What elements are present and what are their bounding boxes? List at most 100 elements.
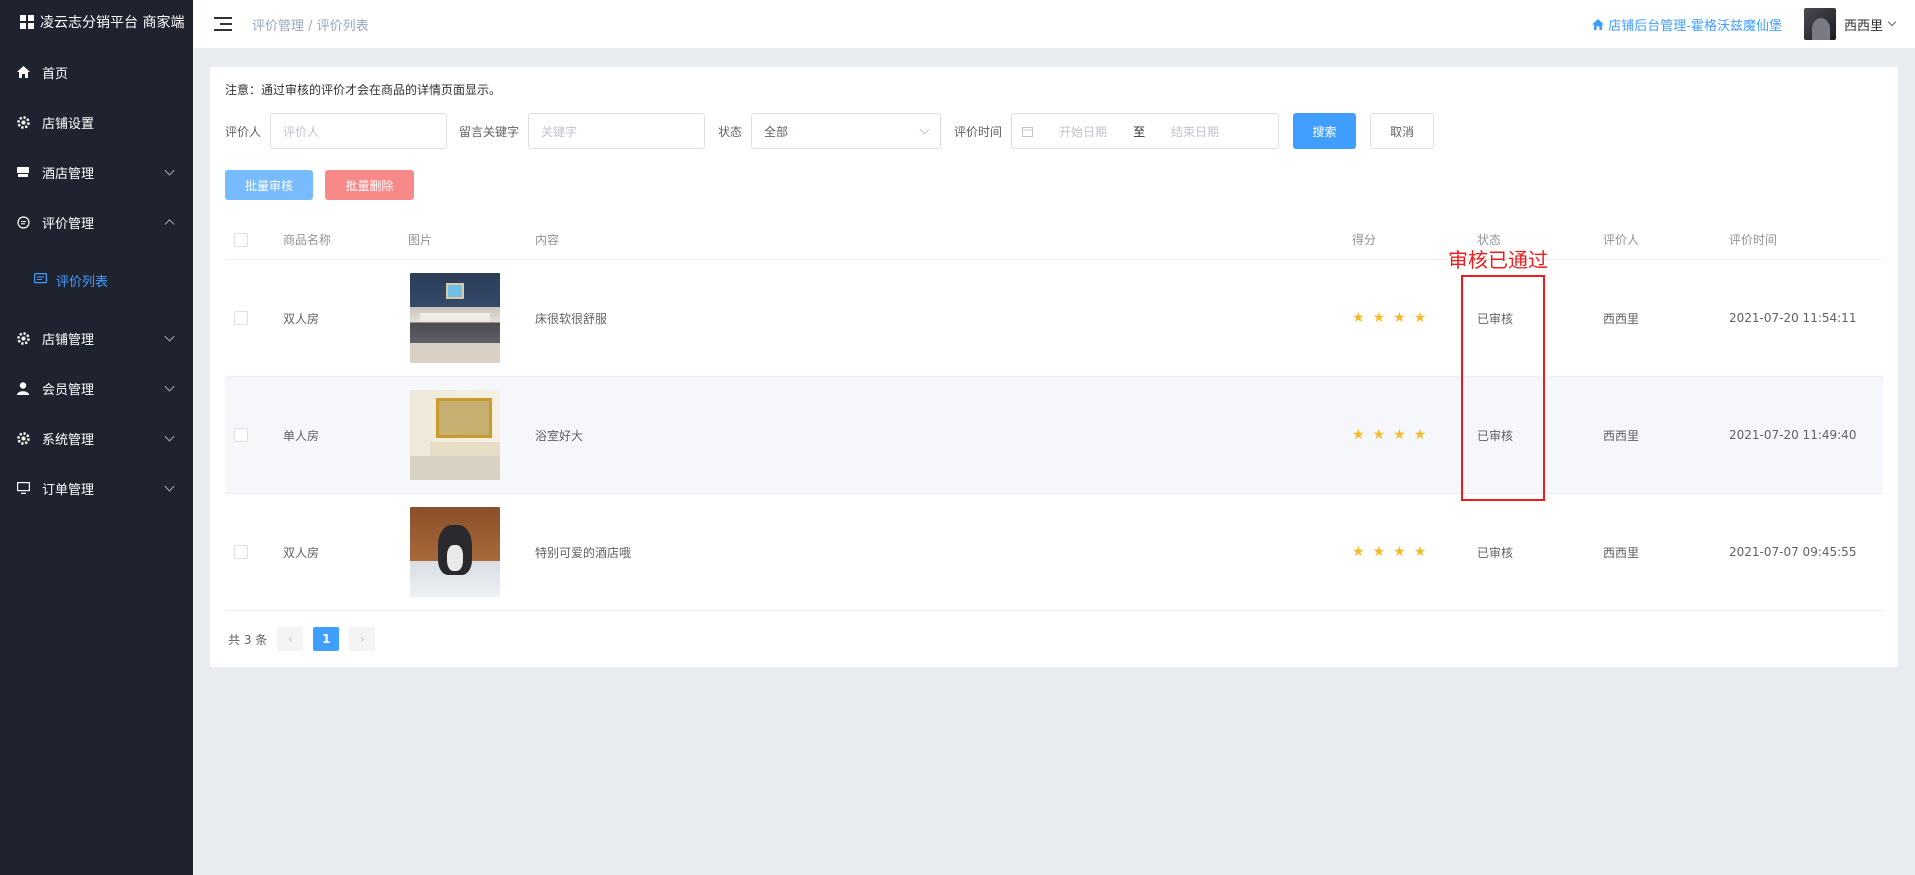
product-image[interactable]	[410, 273, 500, 363]
sidebar-item-store-settings[interactable]: 店铺设置	[0, 97, 193, 147]
batch-approve-button[interactable]: 批量审核	[225, 170, 313, 200]
brand: 凌云志分销平台 商家端	[0, 0, 193, 44]
store-admin-label: 店铺后台管理-霍格沃兹魔仙堡	[1608, 18, 1782, 34]
start-date-input[interactable]: 开始日期	[1059, 123, 1107, 140]
sidebar-item-hotel[interactable]: 酒店管理	[0, 147, 193, 197]
sidebar-item-store-management[interactable]: 店铺管理	[0, 313, 193, 363]
gear-icon	[16, 331, 30, 345]
column-header-name: 商品名称	[283, 233, 332, 247]
sidebar-item-label: 酒店管理	[42, 166, 95, 182]
top-header: 评价管理 / 评价列表 店铺后台管理-霍格沃兹魔仙堡 西西里	[193, 0, 1915, 48]
page-number[interactable]: 1	[313, 627, 340, 651]
status-text: 已审核	[1477, 545, 1514, 560]
monitor-icon	[16, 481, 30, 495]
review-card: 注意：通过审核的评价才会在商品的详情页面显示。 评价人 评价人 留言关键字 关键…	[210, 67, 1898, 667]
review-time: 2021-07-20 11:54:11	[1729, 311, 1857, 325]
sidebar-item-orders[interactable]: 订单管理	[0, 463, 193, 513]
reviewer-name: 西西里	[1603, 428, 1640, 443]
menu-toggle-icon[interactable]	[214, 17, 232, 31]
breadcrumb: 评价管理 / 评价列表	[252, 18, 369, 34]
product-name: 双人房	[283, 311, 320, 326]
star-icon: ★	[1352, 427, 1365, 443]
row-checkbox[interactable]	[234, 545, 248, 559]
reviewer-placeholder: 评价人	[283, 124, 320, 139]
keyword-input[interactable]: 关键字	[528, 113, 706, 149]
sidebar-item-home[interactable]: 首页	[0, 47, 193, 97]
sidebar-item-reviews[interactable]: 评价管理	[0, 197, 193, 247]
star-rating: ★ ★ ★ ★	[1352, 427, 1434, 443]
review-table: 商品名称 图片 内容 得分 状态 评价人 评价时间 双人房 床很软很舒服 ★ ★ ★…	[225, 220, 1883, 611]
status-select-value: 全部	[764, 124, 789, 139]
star-icon: ★	[1413, 310, 1427, 326]
sidebar-item-system[interactable]: 系统管理	[0, 413, 193, 463]
row-checkbox[interactable]	[234, 311, 248, 325]
column-header-content: 内容	[535, 233, 560, 247]
reviewer-input[interactable]: 评价人	[270, 113, 448, 149]
product-image[interactable]	[410, 507, 500, 597]
star-rating: ★ ★ ★ ★	[1352, 310, 1434, 326]
star-icon: ★	[1393, 310, 1406, 326]
star-icon: ★	[1372, 427, 1386, 443]
star-icon: ★	[1413, 544, 1427, 560]
chevron-down-icon[interactable]	[1887, 17, 1897, 27]
home-icon	[1592, 18, 1605, 30]
review-content: 特别可爱的酒店哦	[535, 545, 632, 560]
store-admin-link[interactable]: 店铺后台管理-霍格沃兹魔仙堡	[1592, 15, 1782, 34]
column-header-time: 评价时间	[1729, 233, 1778, 247]
column-header-score: 得分	[1352, 233, 1377, 247]
brand-title: 凌云志分销平台 商家端	[40, 15, 185, 31]
reviewer-label: 评价人	[225, 124, 262, 139]
review-content: 浴室好大	[535, 428, 584, 443]
sidebar-item-label: 店铺管理	[42, 332, 95, 348]
sidebar-item-members[interactable]: 会员管理	[0, 363, 193, 413]
star-icon: ★	[1352, 310, 1365, 326]
sidebar-item-label: 订单管理	[42, 482, 95, 498]
sidebar-subitem-review-list[interactable]: 评价列表	[0, 247, 193, 313]
prev-page-button[interactable]: ‹	[277, 627, 304, 651]
gear-icon	[16, 115, 30, 129]
sidebar-subitem-label: 评价列表	[56, 274, 109, 290]
cancel-button[interactable]: 取消	[1370, 113, 1435, 149]
end-date-input[interactable]: 结束日期	[1171, 123, 1219, 140]
star-icon: ★	[1393, 544, 1406, 560]
username[interactable]: 西西里	[1844, 15, 1883, 34]
chevron-down-icon	[164, 331, 175, 342]
sidebar-item-label: 店铺设置	[42, 116, 95, 132]
annotation-box	[1461, 275, 1545, 501]
star-rating: ★ ★ ★ ★	[1352, 544, 1434, 560]
avatar[interactable]	[1803, 8, 1836, 40]
status-select[interactable]: 全部	[751, 113, 942, 149]
next-page-button[interactable]: ›	[349, 627, 376, 651]
row-checkbox[interactable]	[234, 428, 248, 442]
table-row: 双人房 床很软很舒服 ★ ★ ★ ★ 已审核 西西里 2021-07-20 11:54…	[225, 260, 1883, 377]
chevron-down-icon	[164, 431, 175, 442]
star-icon: ★	[1372, 544, 1386, 560]
review-time-label: 评价时间	[954, 124, 1003, 139]
home-icon	[16, 65, 30, 79]
comment-icon	[16, 215, 30, 229]
chevron-up-icon	[164, 219, 175, 230]
chevron-down-icon	[164, 165, 175, 176]
message-icon	[34, 273, 48, 287]
review-time: 2021-07-07 09:45:55	[1729, 545, 1857, 559]
pagination: 共 3 条 ‹ 1 ›	[228, 627, 376, 651]
user-icon	[16, 381, 30, 395]
notice-text: 注意：通过审核的评价才会在商品的详情页面显示。	[225, 83, 502, 97]
star-icon: ★	[1372, 310, 1386, 326]
chevron-down-icon	[164, 381, 175, 392]
hotel-icon	[16, 165, 30, 179]
filter-bar: 评价人 评价人 留言关键字 关键字 状态 全部 评价时间 开始日期 至 结束日期…	[225, 113, 1435, 149]
select-all-checkbox[interactable]	[234, 232, 248, 247]
product-name: 双人房	[283, 545, 320, 560]
product-image[interactable]	[410, 390, 500, 480]
batch-delete-button[interactable]: 批量删除	[325, 170, 414, 200]
keyword-label: 留言关键字	[459, 124, 520, 139]
date-range-picker[interactable]: 开始日期 至 结束日期	[1011, 113, 1280, 149]
product-name: 单人房	[283, 428, 320, 443]
sidebar-item-label: 评价管理	[42, 216, 95, 232]
sidebar: 凌云志分销平台 商家端 首页 店铺设置 酒店管理 评价管理 评价列表 店铺管理 …	[0, 0, 193, 875]
range-separator: 至	[1133, 124, 1146, 139]
total-count: 共 3 条	[228, 632, 268, 647]
sidebar-item-label: 首页	[42, 66, 69, 82]
search-button[interactable]: 搜索	[1293, 113, 1357, 149]
